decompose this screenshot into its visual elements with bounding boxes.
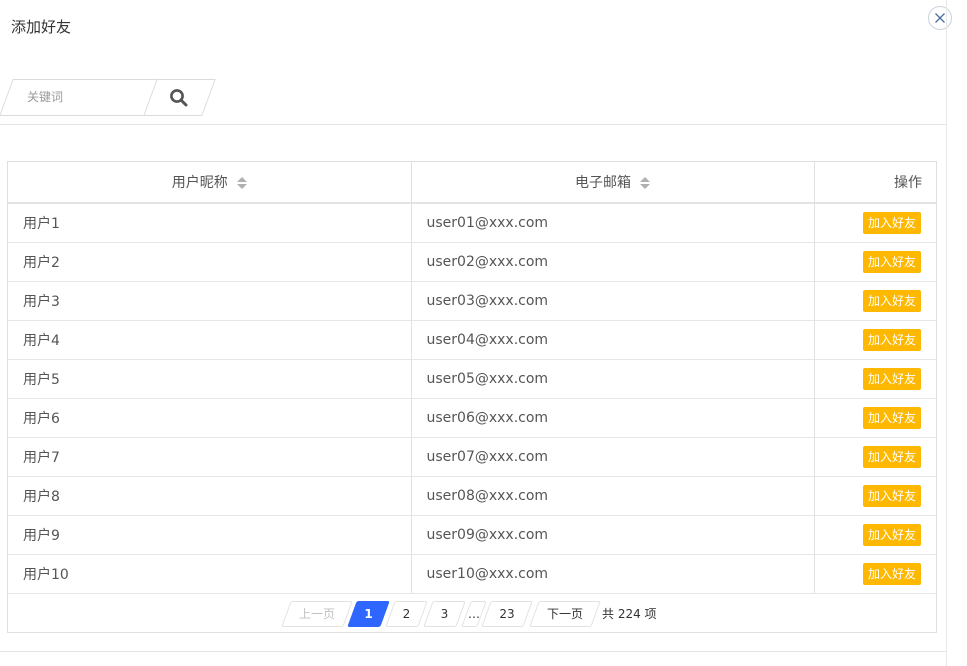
column-header-label: 电子邮箱 bbox=[575, 175, 631, 191]
table-row: 用户9 user09@xxx.com 加入好友 bbox=[8, 515, 936, 555]
user-table: 用户昵称 电子邮箱 操作 用户1 user01@xxx.com 加入好友 用户2 us… bbox=[7, 161, 937, 633]
email-cell: user06@xxx.com bbox=[411, 398, 815, 438]
action-cell: 加入好友 bbox=[814, 203, 936, 243]
search-bar bbox=[0, 79, 230, 116]
column-header-nickname[interactable]: 用户昵称 bbox=[8, 162, 412, 204]
column-header-action: 操作 bbox=[814, 162, 936, 204]
email-cell: user10@xxx.com bbox=[411, 554, 815, 594]
close-icon bbox=[935, 13, 945, 23]
table-row: 用户7 user07@xxx.com 加入好友 bbox=[8, 437, 936, 477]
add-friend-button[interactable]: 加入好友 bbox=[862, 523, 921, 546]
table-row: 用户1 user01@xxx.com 加入好友 bbox=[8, 203, 936, 243]
add-friend-button[interactable]: 加入好友 bbox=[862, 406, 921, 429]
action-cell: 加入好友 bbox=[814, 359, 936, 399]
action-cell: 加入好友 bbox=[814, 476, 936, 516]
email-cell: user09@xxx.com bbox=[411, 515, 815, 555]
add-friend-button[interactable]: 加入好友 bbox=[862, 445, 921, 468]
add-friend-button[interactable]: 加入好友 bbox=[862, 562, 921, 585]
table-row: 用户6 user06@xxx.com 加入好友 bbox=[8, 398, 936, 438]
nickname-cell: 用户9 bbox=[8, 515, 412, 555]
table-row: 用户10 user10@xxx.com 加入好友 bbox=[8, 554, 936, 594]
nickname-cell: 用户6 bbox=[8, 398, 412, 438]
nickname-cell: 用户8 bbox=[8, 476, 412, 516]
close-button[interactable] bbox=[928, 6, 952, 30]
search-input[interactable] bbox=[27, 79, 137, 116]
nickname-cell: 用户5 bbox=[8, 359, 412, 399]
divider bbox=[0, 124, 946, 125]
next-page-button[interactable]: 下一页 bbox=[529, 601, 601, 627]
dialog-title: 添加好友 bbox=[11, 18, 72, 36]
table-row: 用户5 user05@xxx.com 加入好友 bbox=[8, 359, 936, 399]
action-cell: 加入好友 bbox=[814, 554, 936, 594]
action-cell: 加入好友 bbox=[814, 281, 936, 321]
table-header-row: 用户昵称 电子邮箱 操作 bbox=[8, 162, 936, 204]
add-friend-button[interactable]: 加入好友 bbox=[862, 211, 921, 234]
dialog-right-edge bbox=[946, 0, 947, 666]
sort-icon[interactable] bbox=[640, 177, 650, 189]
add-friend-button[interactable]: 加入好友 bbox=[862, 367, 921, 390]
nickname-cell: 用户10 bbox=[8, 554, 412, 594]
page-ellipsis: … bbox=[461, 601, 487, 627]
email-cell: user03@xxx.com bbox=[411, 281, 815, 321]
pagination: 上一页 1 2 3 … 23 下一页 共 224 项 bbox=[8, 594, 936, 632]
sort-icon[interactable] bbox=[236, 177, 247, 189]
table-row: 用户2 user02@xxx.com 加入好友 bbox=[8, 242, 936, 282]
search-icon[interactable] bbox=[169, 88, 189, 108]
total-count: 共 224 项 bbox=[602, 607, 657, 621]
action-cell: 加入好友 bbox=[814, 437, 936, 477]
email-cell: user04@xxx.com bbox=[411, 320, 815, 360]
nickname-cell: 用户1 bbox=[8, 203, 412, 243]
table-row: 用户4 user04@xxx.com 加入好友 bbox=[8, 320, 936, 360]
page-button-last[interactable]: 23 bbox=[481, 601, 533, 627]
action-cell: 加入好友 bbox=[814, 242, 936, 282]
email-cell: user08@xxx.com bbox=[411, 476, 815, 516]
column-header-label: 用户昵称 bbox=[171, 175, 228, 191]
column-header-email[interactable]: 电子邮箱 bbox=[411, 162, 815, 204]
email-cell: user05@xxx.com bbox=[411, 359, 815, 399]
nickname-cell: 用户4 bbox=[8, 320, 412, 360]
add-friend-button[interactable]: 加入好友 bbox=[862, 250, 921, 273]
divider bbox=[0, 651, 946, 652]
page-button-3[interactable]: 3 bbox=[423, 601, 466, 627]
email-cell: user02@xxx.com bbox=[411, 242, 815, 282]
table-row: 用户8 user08@xxx.com 加入好友 bbox=[8, 476, 936, 516]
page-button-1[interactable]: 1 bbox=[347, 601, 390, 627]
add-friend-button[interactable]: 加入好友 bbox=[862, 328, 921, 351]
add-friend-button[interactable]: 加入好友 bbox=[862, 484, 921, 507]
table-row: 用户3 user03@xxx.com 加入好友 bbox=[8, 281, 936, 321]
page-button-2[interactable]: 2 bbox=[385, 601, 428, 627]
prev-page-button[interactable]: 上一页 bbox=[281, 601, 353, 627]
nickname-cell: 用户2 bbox=[8, 242, 412, 282]
action-cell: 加入好友 bbox=[814, 515, 936, 555]
nickname-cell: 用户7 bbox=[8, 437, 412, 477]
add-friend-button[interactable]: 加入好友 bbox=[862, 289, 921, 312]
nickname-cell: 用户3 bbox=[8, 281, 412, 321]
column-header-label: 操作 bbox=[894, 175, 922, 191]
action-cell: 加入好友 bbox=[814, 320, 936, 360]
email-cell: user01@xxx.com bbox=[411, 203, 815, 243]
action-cell: 加入好友 bbox=[814, 398, 936, 438]
email-cell: user07@xxx.com bbox=[411, 437, 815, 477]
